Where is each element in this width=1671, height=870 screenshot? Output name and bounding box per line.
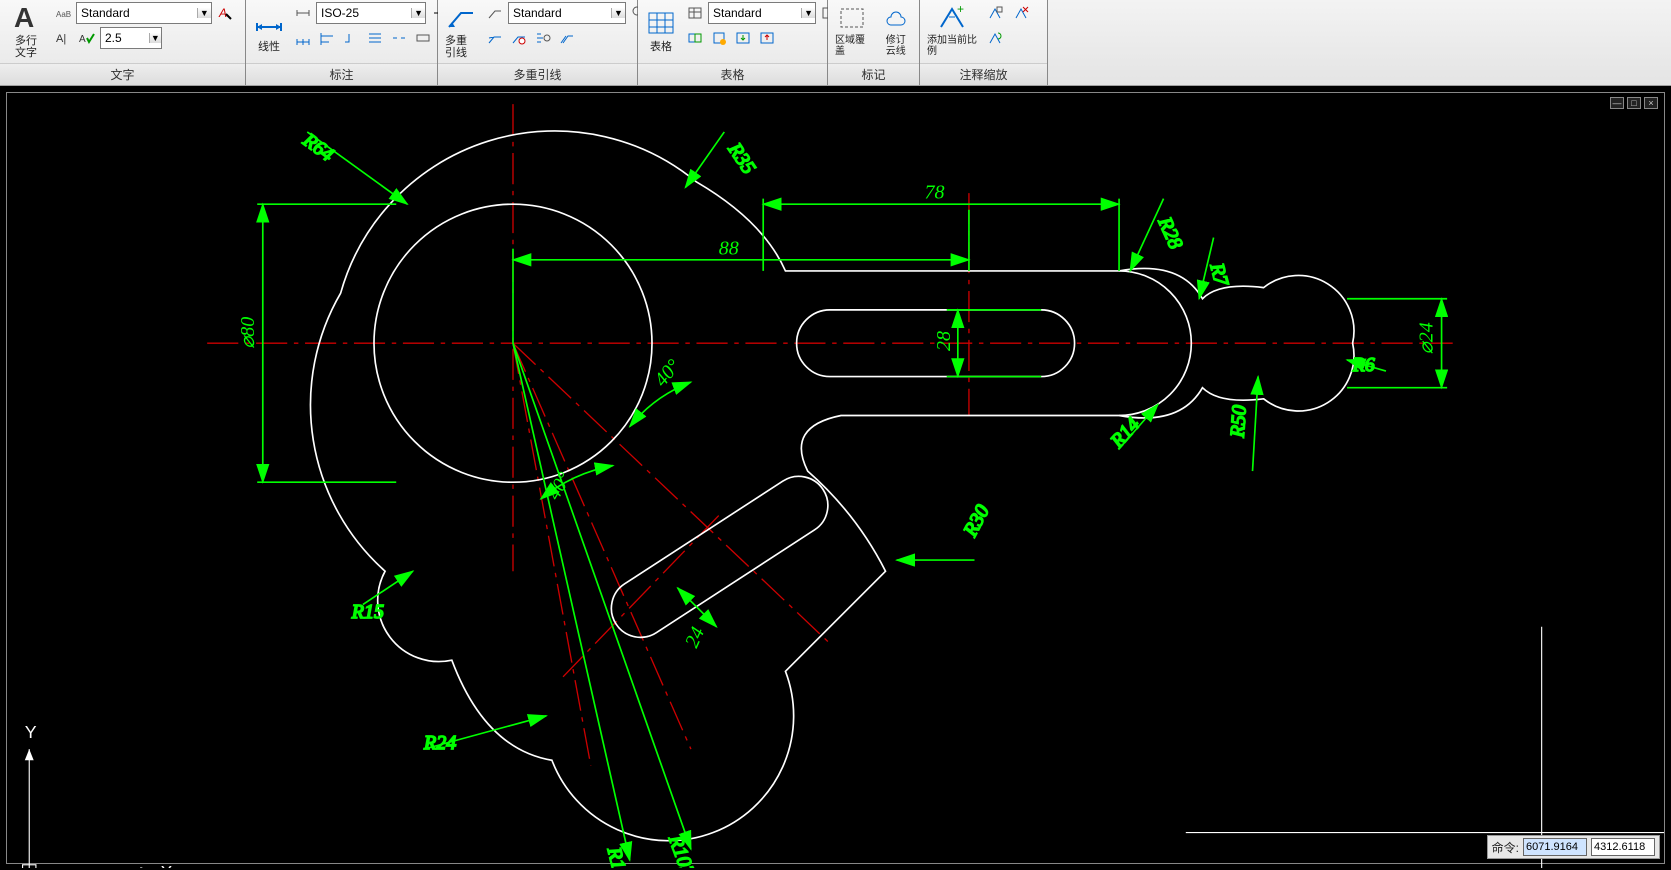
dim-24: 24 (681, 624, 709, 651)
svg-text:A|: A| (56, 33, 66, 45)
dropdown-arrow-icon[interactable]: ▼ (149, 33, 161, 43)
dim-r102: R102 (664, 831, 699, 870)
mtext-button[interactable]: A 多行 文字 (4, 2, 48, 58)
table-label: 表格 (650, 41, 672, 53)
panel-title-mleader[interactable]: 多重引线 (438, 63, 637, 85)
table-style-combo[interactable]: ▼ (708, 2, 816, 24)
mleader-add-button[interactable] (484, 27, 506, 49)
ucs-x: X (160, 862, 172, 870)
revcloud-label: 修订 云线 (886, 35, 906, 57)
panel-title-annoscale[interactable]: 注释缩放 (920, 63, 1047, 85)
dim-r28: R28 (1153, 213, 1187, 252)
panel-title-dim[interactable]: 标注 (246, 63, 437, 85)
linear-dim-button[interactable]: 线性 (250, 2, 288, 58)
dim-a40a: 40° (650, 355, 685, 391)
svg-text:A: A (14, 2, 34, 33)
table-button[interactable]: 表格 (642, 2, 680, 58)
addscale-label: 添加当前比例 (927, 35, 977, 57)
dim-88: 88 (719, 237, 739, 259)
dim-break-button[interactable] (388, 27, 410, 49)
wipeout-label: 区域覆盖 (835, 35, 869, 57)
revcloud-button[interactable]: 修订 云线 (876, 2, 915, 58)
svg-text:AaBb: AaBb (56, 10, 71, 19)
panel-title-markup[interactable]: 标记 (828, 63, 919, 85)
command-coord-bar: 命令: (1487, 835, 1660, 859)
mleader-style-icon[interactable] (484, 2, 506, 24)
panel-markup: 区域覆盖 修订 云线 标记 (828, 0, 920, 85)
text-style-icon[interactable]: AaBb (52, 2, 74, 24)
annoscale-list-button[interactable] (984, 2, 1006, 24)
annoscale-sync-button[interactable] (984, 27, 1006, 49)
wipeout-button[interactable]: 区域覆盖 (832, 2, 872, 58)
panel-text: A 多行 文字 AaBb ▼ A A| A ▼ (0, 0, 246, 85)
panel-annoscale: + 添加当前比例 注释缩放 (920, 0, 1048, 85)
ucs-y: Y (25, 722, 37, 742)
dim-d24: ⌀24 (1416, 322, 1438, 354)
text-style-combo[interactable]: ▼ (76, 2, 212, 24)
coord-x-input[interactable] (1523, 838, 1587, 856)
table-upload-button[interactable] (756, 27, 778, 49)
text-style-value[interactable] (77, 3, 197, 23)
dim-r50: R50 (1227, 404, 1251, 439)
svg-text:A: A (79, 34, 86, 45)
dim-r14: R14 (1106, 414, 1145, 453)
dim-tolerance-button[interactable] (412, 27, 434, 49)
mleader-collect-button[interactable] (556, 27, 578, 49)
dim-78: 78 (924, 182, 944, 204)
drawing-area[interactable]: — □ × (0, 86, 1671, 870)
table-style-icon[interactable] (684, 2, 706, 24)
dropdown-arrow-icon[interactable]: ▼ (411, 8, 425, 18)
panel-title-text[interactable]: 文字 (0, 63, 245, 85)
text-height-value[interactable] (101, 28, 149, 48)
dim-r15: R15 (351, 601, 384, 623)
annoscale-del-button[interactable] (1010, 2, 1032, 24)
text-height-combo[interactable]: ▼ (100, 27, 162, 49)
mleader-remove-button[interactable] (508, 27, 530, 49)
mleader-button[interactable]: 多重引线 (442, 2, 480, 58)
dim-continue-button[interactable] (292, 27, 314, 49)
dim-r7: R7 (1205, 260, 1233, 289)
dim-r35: R35 (723, 138, 760, 178)
svg-text:+: + (957, 3, 964, 16)
panel-mleader: 多重引线 ▼ 多重引线 (438, 0, 638, 85)
table-style-value[interactable] (709, 3, 801, 23)
dim-quick-button[interactable] (364, 27, 386, 49)
mleader-label: 多重引线 (445, 35, 477, 59)
drawing-svg: ⌀80 88 78 28 ⌀24 24 (7, 93, 1664, 870)
dropdown-arrow-icon[interactable]: ▼ (197, 8, 211, 18)
dropdown-arrow-icon[interactable]: ▼ (611, 8, 625, 18)
linear-dim-label: 线性 (258, 41, 280, 53)
dim-r64: R64 (298, 129, 338, 166)
text-ai-icon[interactable]: A| (52, 27, 74, 49)
dim-r6: R6 (1352, 354, 1375, 376)
table-link-button[interactable] (684, 27, 706, 49)
dim-r24: R24 (423, 732, 456, 754)
panel-table: 表格 ▼ 表格 (638, 0, 828, 85)
addscale-button[interactable]: + 添加当前比例 (924, 2, 980, 58)
dim-style-combo[interactable]: ▼ (316, 2, 426, 24)
panel-dimension: 线性 ▼ (246, 0, 438, 85)
mleader-align-button[interactable] (532, 27, 554, 49)
dim-baseline-button[interactable] (316, 27, 338, 49)
text-check-button[interactable]: A (76, 27, 98, 49)
svg-text:A: A (218, 6, 227, 20)
ucs-icon: Y X (23, 722, 173, 870)
mleader-style-value[interactable] (509, 3, 611, 23)
command-label: 命令: (1492, 839, 1519, 856)
dim-r30: R30 (959, 501, 994, 541)
table-download-button[interactable] (732, 27, 754, 49)
ribbon: A 多行 文字 AaBb ▼ A A| A ▼ (0, 0, 1671, 86)
mtext-label: 多行 文字 (15, 35, 37, 59)
coord-y-input[interactable] (1591, 838, 1655, 856)
panel-title-table[interactable]: 表格 (638, 63, 827, 85)
dim-ordinate-button[interactable] (340, 27, 362, 49)
mleader-style-combo[interactable]: ▼ (508, 2, 626, 24)
find-text-button[interactable]: A (214, 2, 236, 24)
dim-d80: ⌀80 (237, 317, 259, 349)
dim-style-value[interactable] (317, 3, 411, 23)
dropdown-arrow-icon[interactable]: ▼ (801, 8, 815, 18)
table-extract-button[interactable] (708, 27, 730, 49)
dim-style-icon[interactable] (292, 2, 314, 24)
dim-28: 28 (933, 331, 955, 351)
